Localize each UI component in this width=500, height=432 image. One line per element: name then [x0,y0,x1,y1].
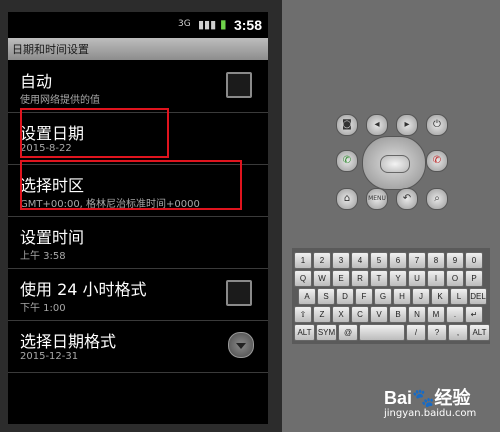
setting-subtitle: 2015-12-31 [20,351,79,362]
keyboard-key[interactable]: E [332,270,350,287]
keyboard-key[interactable]: W [313,270,331,287]
keyboard-key[interactable]: 3 [332,252,350,269]
status-time: 3:58 [233,17,262,33]
keyboard-key[interactable]: 9 [446,252,464,269]
keyboard-key[interactable]: V [370,306,388,323]
back-icon[interactable]: ↶ [396,188,418,210]
keyboard-key[interactable]: ? [427,324,447,341]
setting-title: 设置时间 [20,228,85,247]
keyboard-key[interactable]: 1 [294,252,312,269]
setting-subtitle: 使用网络提供的值 [20,95,100,106]
end-call-icon[interactable]: ✆ [426,150,448,172]
keyboard-key[interactable]: 6 [389,252,407,269]
keyboard-key[interactable]: D [336,288,354,305]
setting-title: 选择日期格式 [20,332,117,351]
keyboard-key[interactable]: O [446,270,464,287]
keyboard-key[interactable]: P [465,270,483,287]
page-title: 日期和时间设置 [12,43,89,56]
keyboard-key[interactable]: S [317,288,335,305]
24-hour-checkbox[interactable] [226,280,252,306]
emulator-control-panel [282,0,500,432]
title-bar: 日期和时间设置 [8,38,268,60]
keyboard-key[interactable]: K [431,288,449,305]
setting-title: 使用 24 小时格式 [20,280,147,299]
keyboard-key[interactable]: B [389,306,407,323]
dpad-center-button[interactable] [380,155,410,173]
menu-button[interactable]: MENU [366,188,388,210]
setting-24-hour[interactable]: 使用 24 小时格式 下午 1:00 [8,268,268,321]
power-icon[interactable]: ⏻ [426,114,448,136]
space-key[interactable] [359,324,405,341]
keyboard-key[interactable]: L [450,288,468,305]
keyboard-key[interactable]: / [406,324,426,341]
volume-down-icon[interactable]: ◂ [366,114,388,136]
signal-icon: ▮▮▮ [198,18,217,31]
watermark-brand: Bai🐾经验 [384,388,471,408]
keyboard-key[interactable]: C [351,306,369,323]
keyboard-key[interactable]: 8 [427,252,445,269]
keyboard-key[interactable]: 4 [351,252,369,269]
keyboard-key[interactable]: Y [389,270,407,287]
keyboard-key[interactable]: 0 [465,252,483,269]
battery-icon: ▮ [220,17,227,31]
call-icon[interactable]: ✆ [336,150,358,172]
keyboard-key[interactable]: H [393,288,411,305]
keyboard-key[interactable]: N [408,306,426,323]
keyboard-key[interactable]: 2 [313,252,331,269]
setting-title: 自动 [20,72,53,91]
highlight-set-date [20,108,169,158]
keyboard-key[interactable]: M [427,306,445,323]
home-icon[interactable]: ⌂ [336,188,358,210]
keyboard-key[interactable]: DEL [469,288,487,305]
keyboard-key[interactable]: SYM [316,324,337,341]
keyboard-key[interactable]: Q [294,270,312,287]
keyboard-key[interactable]: R [351,270,369,287]
keyboard-key[interactable]: 5 [370,252,388,269]
auto-checkbox[interactable] [226,72,252,98]
dpad[interactable] [362,136,426,190]
keyboard-key[interactable]: T [370,270,388,287]
keyboard-key[interactable]: . [446,306,464,323]
setting-date-format[interactable]: 选择日期格式 2015-12-31 [8,320,268,373]
setting-auto[interactable]: 自动 使用网络提供的值 [8,60,268,113]
setting-subtitle: 上午 3:58 [20,251,66,262]
keyboard-key[interactable]: Z [313,306,331,323]
camera-icon[interactable]: ◙ [336,114,358,136]
chevron-down-icon[interactable] [228,332,254,358]
search-icon[interactable]: ⌕ [426,188,448,210]
volume-up-icon[interactable]: ▸ [396,114,418,136]
keyboard-key[interactable]: J [412,288,430,305]
keyboard-key[interactable]: F [355,288,373,305]
baidu-watermark: Bai🐾经验 jingyan.baidu.com [384,384,494,428]
keyboard-key[interactable]: ALT [469,324,490,341]
keyboard-key[interactable]: G [374,288,392,305]
phone-screen: 3G ▮▮▮ ▮ 3:58 日期和时间设置 自动 使用网络提供的值 设置日期 2… [8,12,268,424]
keyboard-key[interactable]: ⇧ [294,306,312,323]
setting-set-time[interactable]: 设置时间 上午 3:58 [8,216,268,269]
keyboard-key[interactable]: X [332,306,350,323]
keyboard-key[interactable]: @ [338,324,358,341]
keyboard-key[interactable]: ↵ [465,306,483,323]
keyboard-key[interactable]: 7 [408,252,426,269]
highlight-timezone [20,160,242,210]
watermark-url: jingyan.baidu.com [384,408,477,419]
keyboard-key[interactable]: U [408,270,426,287]
keyboard-key[interactable]: A [298,288,316,305]
network-type-icon: 3G [178,19,191,29]
keyboard-key[interactable]: , [448,324,468,341]
status-bar: 3G ▮▮▮ ▮ 3:58 [8,12,268,38]
setting-subtitle: 下午 1:00 [20,303,66,314]
keyboard-key[interactable]: I [427,270,445,287]
keyboard-key[interactable]: ALT [294,324,315,341]
